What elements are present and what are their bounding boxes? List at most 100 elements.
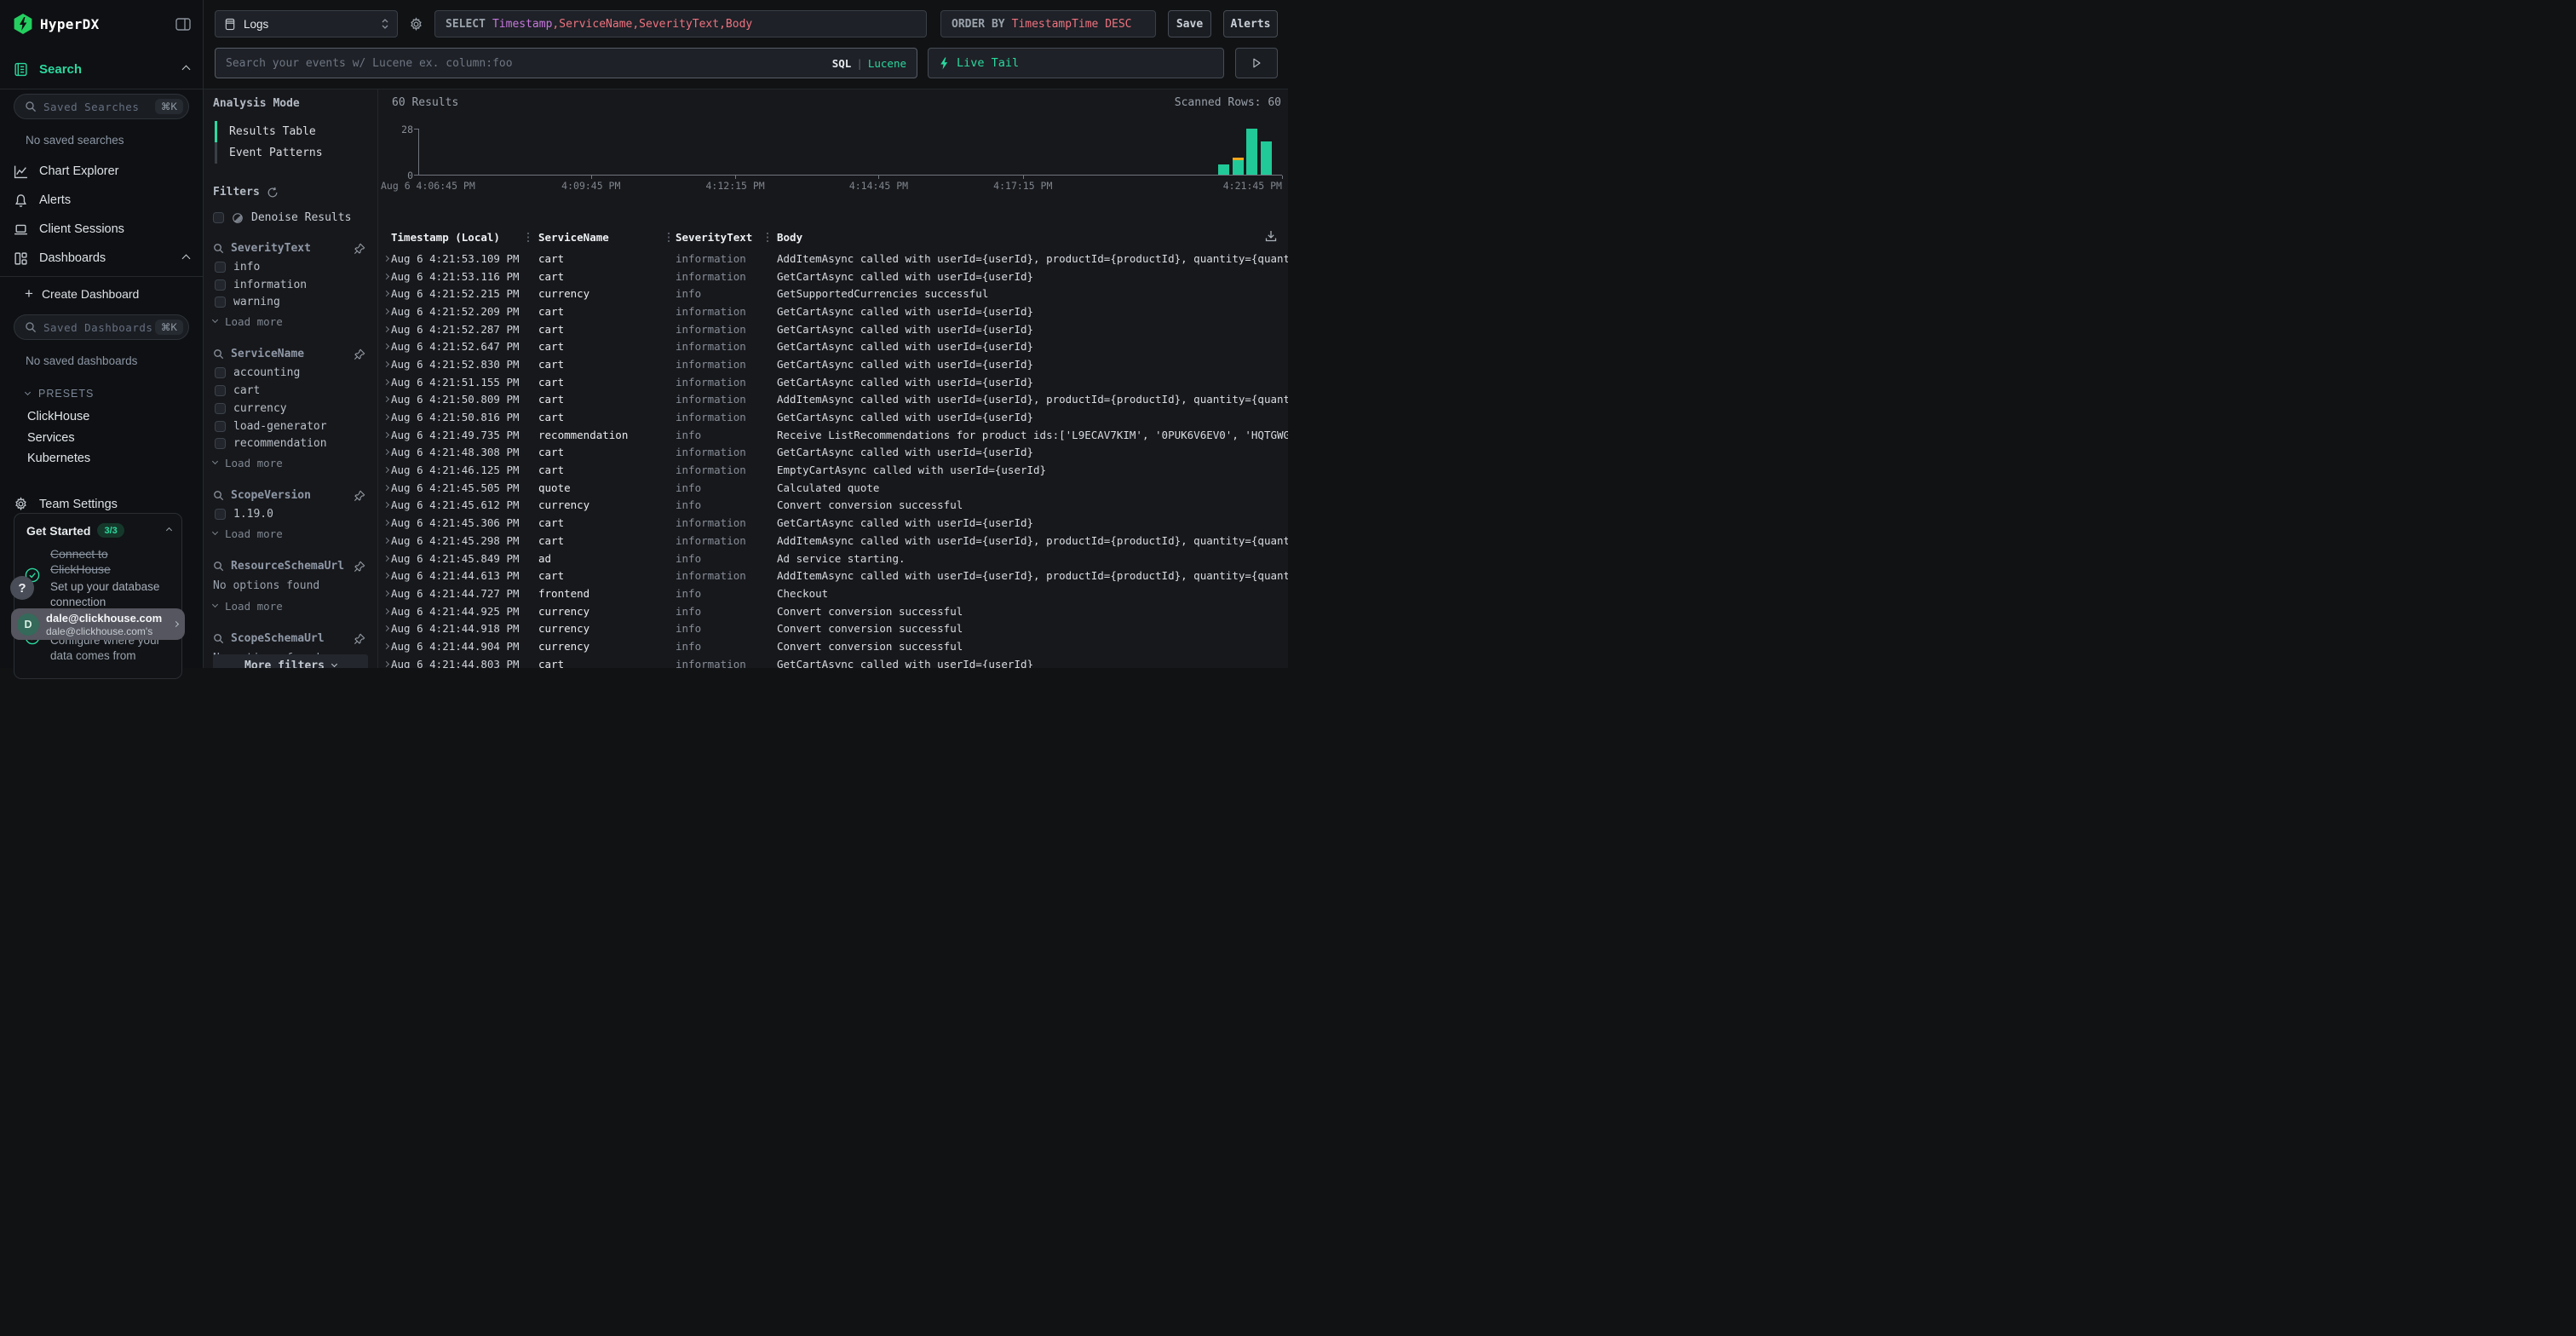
pin-icon[interactable] bbox=[354, 348, 365, 360]
expand-row-chevron-icon[interactable] bbox=[382, 467, 388, 473]
sidebar-item-search[interactable]: Search bbox=[0, 56, 203, 82]
col-header-severitytext[interactable]: SeverityText bbox=[668, 231, 767, 244]
pin-icon[interactable] bbox=[354, 490, 365, 502]
expand-row-chevron-icon[interactable] bbox=[382, 361, 388, 367]
filter-option[interactable]: info bbox=[215, 258, 369, 276]
log-row[interactable]: Aug 6 4:21:53.116 PMcartinformationGetCa… bbox=[379, 268, 1288, 285]
log-row[interactable]: Aug 6 4:21:51.155 PMcartinformationGetCa… bbox=[379, 373, 1288, 391]
chart-bar[interactable] bbox=[1261, 141, 1272, 175]
expand-row-chevron-icon[interactable] bbox=[382, 273, 388, 279]
expand-row-chevron-icon[interactable] bbox=[382, 256, 388, 262]
user-menu[interactable]: D dale@clickhouse.com dale@clickhouse.co… bbox=[11, 608, 185, 640]
expand-row-chevron-icon[interactable] bbox=[382, 379, 388, 385]
checkbox[interactable] bbox=[215, 262, 226, 273]
chevron-up-icon[interactable] bbox=[166, 527, 172, 533]
search-icon[interactable] bbox=[213, 243, 224, 254]
chart-bar[interactable] bbox=[1233, 158, 1244, 175]
expand-row-chevron-icon[interactable] bbox=[382, 449, 388, 455]
log-row[interactable]: Aug 6 4:21:52.647 PMcartinformationGetCa… bbox=[379, 337, 1288, 355]
filter-option[interactable]: 1.19.0 bbox=[215, 505, 369, 523]
event-search-input[interactable]: Search your events w/ Lucene ex. column:… bbox=[215, 48, 917, 78]
log-row[interactable]: Aug 6 4:21:52.287 PMcartinformationGetCa… bbox=[379, 320, 1288, 338]
checkbox[interactable] bbox=[213, 212, 224, 223]
log-row[interactable]: Aug 6 4:21:45.505 PMquoteinfoCalculated … bbox=[379, 479, 1288, 497]
filter-option[interactable]: recommendation bbox=[215, 435, 369, 453]
filter-option[interactable]: load-generator bbox=[215, 418, 369, 435]
filter-option[interactable]: information bbox=[215, 276, 369, 294]
expand-row-chevron-icon[interactable] bbox=[382, 643, 388, 649]
expand-row-chevron-icon[interactable] bbox=[382, 520, 388, 526]
load-more-button[interactable]: Load more bbox=[213, 525, 369, 542]
chart-plot[interactable] bbox=[418, 129, 1282, 175]
log-row[interactable]: Aug 6 4:21:53.109 PMcartinformationAddIt… bbox=[379, 250, 1288, 268]
expand-row-chevron-icon[interactable] bbox=[382, 502, 388, 508]
source-select[interactable]: Logs bbox=[215, 10, 398, 37]
log-row[interactable]: Aug 6 4:21:52.215 PMcurrencyinfoGetSuppo… bbox=[379, 285, 1288, 302]
sidebar-item-dashboards[interactable]: Dashboards bbox=[0, 244, 203, 273]
alerts-button[interactable]: Alerts bbox=[1223, 10, 1278, 37]
checkbox[interactable] bbox=[215, 403, 226, 414]
checkbox[interactable] bbox=[215, 385, 226, 396]
preset-clickhouse[interactable]: ClickHouse bbox=[27, 406, 203, 428]
log-row[interactable]: Aug 6 4:21:50.809 PMcartinformationAddIt… bbox=[379, 391, 1288, 409]
filter-option[interactable]: cart bbox=[215, 382, 369, 400]
load-more-button[interactable]: Load more bbox=[213, 597, 369, 614]
get-started-step-title[interactable]: Connect to ClickHouse bbox=[50, 546, 146, 577]
mode-sql-toggle[interactable]: SQL bbox=[832, 57, 852, 70]
expand-row-chevron-icon[interactable] bbox=[382, 555, 388, 561]
sidebar-item-chart-explorer[interactable]: Chart Explorer bbox=[0, 157, 203, 186]
search-icon[interactable] bbox=[213, 633, 224, 644]
load-more-button[interactable]: Load more bbox=[213, 454, 369, 471]
sidebar-item-client-sessions[interactable]: Client Sessions bbox=[0, 215, 203, 244]
log-row[interactable]: Aug 6 4:21:52.830 PMcartinformationGetCa… bbox=[379, 355, 1288, 373]
presets-toggle[interactable]: PRESETS bbox=[26, 388, 203, 400]
search-icon[interactable] bbox=[213, 561, 224, 572]
chart-bar[interactable] bbox=[1246, 129, 1257, 175]
log-row[interactable]: Aug 6 4:21:45.612 PMcurrencyinfoConvert … bbox=[379, 497, 1288, 515]
save-button[interactable]: Save bbox=[1168, 10, 1211, 37]
run-query-button[interactable] bbox=[1235, 48, 1278, 78]
refresh-icon[interactable] bbox=[267, 187, 279, 199]
saved-searches-input[interactable]: Saved Searches ⌘K bbox=[14, 94, 189, 119]
load-more-button[interactable]: Load more bbox=[213, 313, 369, 330]
log-row[interactable]: Aug 6 4:21:50.816 PMcartinformationGetCa… bbox=[379, 408, 1288, 426]
sidebar-collapse-icon[interactable] bbox=[175, 18, 191, 31]
checkbox[interactable] bbox=[215, 297, 226, 308]
expand-row-chevron-icon[interactable] bbox=[382, 414, 388, 420]
expand-row-chevron-icon[interactable] bbox=[382, 291, 388, 297]
sidebar-item-alerts[interactable]: Alerts bbox=[0, 186, 203, 215]
log-row[interactable]: Aug 6 4:21:45.849 PMadinfoAd service sta… bbox=[379, 550, 1288, 567]
preset-services[interactable]: Services bbox=[27, 428, 203, 449]
source-settings-gear-icon[interactable] bbox=[402, 17, 429, 32]
expand-row-chevron-icon[interactable] bbox=[382, 308, 388, 314]
expand-row-chevron-icon[interactable] bbox=[382, 625, 388, 631]
chart-bar[interactable] bbox=[1218, 164, 1229, 175]
tab-event-patterns[interactable]: Event Patterns bbox=[215, 142, 369, 164]
filter-option[interactable]: accounting bbox=[215, 364, 369, 382]
preset-kubernetes[interactable]: Kubernetes bbox=[27, 448, 203, 469]
search-icon[interactable] bbox=[213, 348, 224, 360]
log-row[interactable]: Aug 6 4:21:45.298 PMcartinformationAddIt… bbox=[379, 532, 1288, 550]
pin-icon[interactable] bbox=[354, 561, 365, 573]
log-row[interactable]: Aug 6 4:21:48.308 PMcartinformationGetCa… bbox=[379, 444, 1288, 462]
expand-row-chevron-icon[interactable] bbox=[382, 661, 388, 667]
checkbox[interactable] bbox=[215, 421, 226, 432]
expand-row-chevron-icon[interactable] bbox=[382, 326, 388, 332]
filter-option[interactable]: currency bbox=[215, 400, 369, 418]
checkbox[interactable] bbox=[215, 367, 226, 378]
expand-row-chevron-icon[interactable] bbox=[382, 485, 388, 491]
pin-icon[interactable] bbox=[354, 633, 365, 645]
expand-row-chevron-icon[interactable] bbox=[382, 573, 388, 579]
live-tail-button[interactable]: Live Tail bbox=[928, 48, 1224, 78]
tab-results-table[interactable]: Results Table bbox=[215, 121, 369, 142]
select-columns-input[interactable]: SELECTTimestamp,ServiceName,SeverityText… bbox=[434, 10, 927, 37]
col-header-servicename[interactable]: ServiceName bbox=[527, 231, 668, 244]
checkbox[interactable] bbox=[215, 438, 226, 449]
expand-row-chevron-icon[interactable] bbox=[382, 396, 388, 402]
expand-row-chevron-icon[interactable] bbox=[382, 590, 388, 596]
order-by-input[interactable]: ORDER BYTimestampTime DESC bbox=[940, 10, 1156, 37]
log-row[interactable]: Aug 6 4:21:44.613 PMcartinformationAddIt… bbox=[379, 567, 1288, 584]
log-row[interactable]: Aug 6 4:21:46.125 PMcartinformationEmpty… bbox=[379, 461, 1288, 479]
col-header-timestamp[interactable]: Timestamp (Local) bbox=[391, 231, 527, 244]
log-row[interactable]: Aug 6 4:21:44.803 PMcartinformationGetCa… bbox=[379, 655, 1288, 668]
